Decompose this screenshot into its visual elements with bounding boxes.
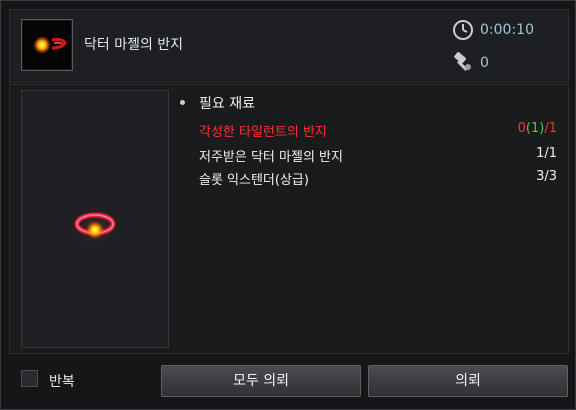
request-button[interactable]: 의뢰 (368, 365, 568, 397)
request-all-button[interactable]: 모두 의뢰 (161, 365, 361, 397)
repeat-checkbox[interactable] (21, 370, 38, 387)
material-row: 저주받은 닥터 마젤의 반지 1/1 (199, 146, 557, 166)
material-name: 저주받은 닥터 마젤의 반지 (199, 150, 343, 165)
material-count: 3/3 (536, 169, 557, 184)
material-name: 각성한 타일런트의 반지 (199, 125, 327, 140)
hammer-icon (452, 51, 474, 73)
count-stored: (1) (525, 121, 545, 136)
material-name: 슬롯 익스텐더(상급) (199, 173, 309, 188)
material-count: 1/1 (536, 146, 557, 161)
item-icon (21, 19, 73, 71)
timer-value: 0:00:10 (480, 22, 534, 38)
materials-panel: 필요 재료 각성한 타일런트의 반지 0(1)/1 저주받은 닥터 마젤의 반지… (9, 84, 569, 354)
count-required: /1 (544, 121, 557, 136)
heading-bullet (180, 100, 185, 105)
item-header: 닥터 마젤의 반지 0:00:10 0 (9, 9, 569, 83)
craft-window: 닥터 마젤의 반지 0:00:10 0 필요 재료 각성한 타일런트의 반지 0… (0, 0, 576, 410)
hammer-value: 0 (480, 55, 489, 71)
material-row: 각성한 타일런트의 반지 0(1)/1 (199, 121, 557, 141)
material-row: 슬롯 익스텐더(상급) 3/3 (199, 169, 557, 189)
materials-heading: 필요 재료 (199, 96, 255, 112)
repeat-label: 반복 (49, 374, 75, 390)
count-owned: 0 (517, 121, 526, 136)
material-count: 0(1)/1 (518, 121, 557, 136)
item-name: 닥터 마젤의 반지 (84, 37, 184, 53)
item-preview (21, 90, 169, 348)
clock-icon (452, 19, 474, 41)
